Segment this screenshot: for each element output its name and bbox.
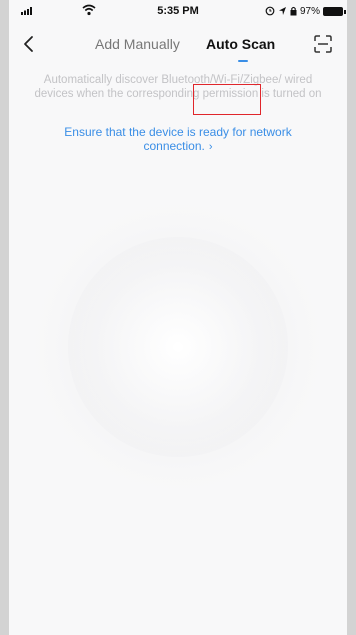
scan-icon[interactable] (313, 34, 333, 54)
battery-percent: 97% (299, 5, 320, 17)
tab-auto-scan[interactable]: Auto Scan (206, 36, 275, 52)
back-chevron-icon[interactable] (19, 32, 39, 56)
device-frame: 5:35 PM 97% Add Manually Auto Scan Autom… (0, 0, 356, 635)
tab-add-manually[interactable]: Add Manually (95, 36, 180, 52)
battery-icon (323, 6, 346, 16)
scan-radar (18, 187, 338, 507)
app-screen: 5:35 PM 97% Add Manually Auto Scan Autom… (9, 0, 347, 635)
lock-rotation-icon (290, 6, 297, 16)
alarm-icon (265, 6, 275, 16)
network-ready-hint-link[interactable]: Ensure that the device is ready for netw… (33, 125, 323, 154)
top-nav: Add Manually Auto Scan (9, 28, 347, 68)
annotation-highlight-box (193, 84, 261, 115)
status-bar: 5:35 PM 97% (9, 0, 347, 24)
chevron-right-icon: › (208, 141, 213, 153)
scan-description: Automatically discover Bluetooth/Wi-Fi/Z… (34, 74, 322, 100)
location-icon (278, 7, 286, 15)
hint-text: Ensure that the device is ready for netw… (64, 125, 292, 153)
radar-center-dot (173, 342, 183, 352)
active-tab-indicator (238, 60, 248, 62)
status-right-group: 97% (265, 4, 346, 18)
